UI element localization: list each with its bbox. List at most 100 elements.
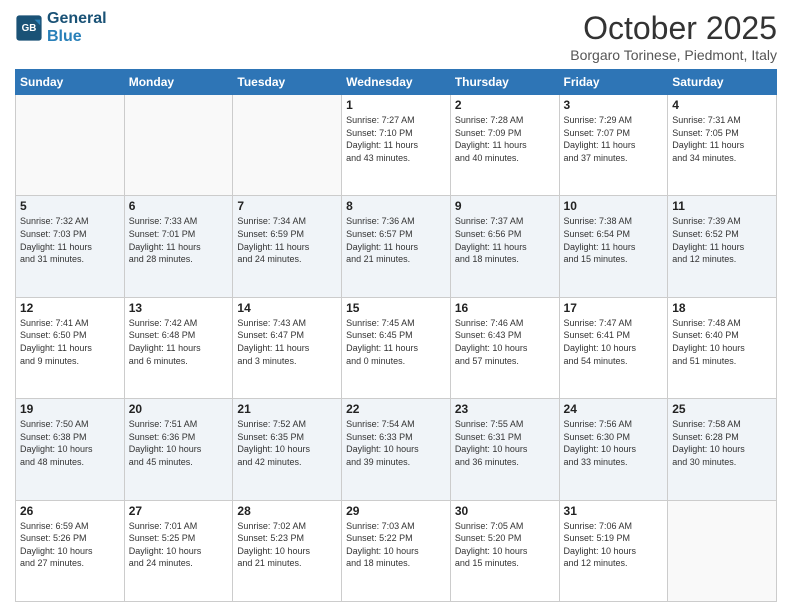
day-number: 18 <box>672 301 772 315</box>
day-info: Sunrise: 7:01 AM Sunset: 5:25 PM Dayligh… <box>129 520 229 570</box>
day-info: Sunrise: 7:33 AM Sunset: 7:01 PM Dayligh… <box>129 215 229 265</box>
day-number: 25 <box>672 402 772 416</box>
day-number: 30 <box>455 504 555 518</box>
calendar-week-row: 19 Sunrise: 7:50 AM Sunset: 6:38 PM Dayli… <box>16 399 777 500</box>
calendar-cell: 8 Sunrise: 7:36 AM Sunset: 6:57 PM Daylig… <box>342 196 451 297</box>
day-info: Sunrise: 7:03 AM Sunset: 5:22 PM Dayligh… <box>346 520 446 570</box>
day-info: Sunrise: 7:48 AM Sunset: 6:40 PM Dayligh… <box>672 317 772 367</box>
calendar-cell: 18 Sunrise: 7:48 AM Sunset: 6:40 PM Dayli… <box>668 297 777 398</box>
day-number: 24 <box>564 402 664 416</box>
day-number: 1 <box>346 98 446 112</box>
day-number: 12 <box>20 301 120 315</box>
day-number: 7 <box>237 199 337 213</box>
page: GB General Blue October 2025 Borgaro Tor… <box>0 0 792 612</box>
calendar-cell: 16 Sunrise: 7:46 AM Sunset: 6:43 PM Dayli… <box>450 297 559 398</box>
calendar-cell: 28 Sunrise: 7:02 AM Sunset: 5:23 PM Dayli… <box>233 500 342 601</box>
day-number: 23 <box>455 402 555 416</box>
calendar-cell: 5 Sunrise: 7:32 AM Sunset: 7:03 PM Daylig… <box>16 196 125 297</box>
calendar-cell: 25 Sunrise: 7:58 AM Sunset: 6:28 PM Dayli… <box>668 399 777 500</box>
calendar-cell: 15 Sunrise: 7:45 AM Sunset: 6:45 PM Dayli… <box>342 297 451 398</box>
logo-text: General Blue <box>47 10 107 45</box>
day-number: 14 <box>237 301 337 315</box>
day-info: Sunrise: 7:39 AM Sunset: 6:52 PM Dayligh… <box>672 215 772 265</box>
day-info: Sunrise: 7:54 AM Sunset: 6:33 PM Dayligh… <box>346 418 446 468</box>
calendar-week-row: 5 Sunrise: 7:32 AM Sunset: 7:03 PM Daylig… <box>16 196 777 297</box>
day-info: Sunrise: 7:42 AM Sunset: 6:48 PM Dayligh… <box>129 317 229 367</box>
calendar-cell: 10Sunrise: 7:38 AM Sunset: 6:54 PM Dayli… <box>559 196 668 297</box>
calendar-cell: 22 Sunrise: 7:54 AM Sunset: 6:33 PM Dayli… <box>342 399 451 500</box>
logo-general: General <box>47 10 107 28</box>
day-info: Sunrise: 7:47 AM Sunset: 6:41 PM Dayligh… <box>564 317 664 367</box>
title-block: October 2025 Borgaro Torinese, Piedmont,… <box>570 10 777 63</box>
logo-icon: GB <box>15 14 43 42</box>
day-info: Sunrise: 7:45 AM Sunset: 6:45 PM Dayligh… <box>346 317 446 367</box>
header: GB General Blue October 2025 Borgaro Tor… <box>15 10 777 63</box>
day-number: 27 <box>129 504 229 518</box>
day-info: Sunrise: 7:27 AM Sunset: 7:10 PM Dayligh… <box>346 114 446 164</box>
calendar-cell: 12 Sunrise: 7:41 AM Sunset: 6:50 PM Dayli… <box>16 297 125 398</box>
calendar-cell: 24 Sunrise: 7:56 AM Sunset: 6:30 PM Dayli… <box>559 399 668 500</box>
weekday-header-monday: Monday <box>124 70 233 95</box>
day-number: 5 <box>20 199 120 213</box>
calendar-cell: 20Sunrise: 7:51 AM Sunset: 6:36 PM Dayli… <box>124 399 233 500</box>
calendar-week-row: 1 Sunrise: 7:27 AM Sunset: 7:10 PM Daylig… <box>16 95 777 196</box>
calendar-cell: 27 Sunrise: 7:01 AM Sunset: 5:25 PM Dayli… <box>124 500 233 601</box>
day-number: 6 <box>129 199 229 213</box>
day-number: 10 <box>564 199 664 213</box>
calendar-cell: 17 Sunrise: 7:47 AM Sunset: 6:41 PM Dayli… <box>559 297 668 398</box>
day-info: Sunrise: 7:37 AM Sunset: 6:56 PM Dayligh… <box>455 215 555 265</box>
calendar-cell: 21Sunrise: 7:52 AM Sunset: 6:35 PM Dayli… <box>233 399 342 500</box>
day-info: Sunrise: 7:32 AM Sunset: 7:03 PM Dayligh… <box>20 215 120 265</box>
day-info: Sunrise: 7:36 AM Sunset: 6:57 PM Dayligh… <box>346 215 446 265</box>
weekday-header-wednesday: Wednesday <box>342 70 451 95</box>
calendar-cell: 13 Sunrise: 7:42 AM Sunset: 6:48 PM Dayli… <box>124 297 233 398</box>
day-info: Sunrise: 7:51 AM Sunset: 6:36 PM Dayligh… <box>129 418 229 468</box>
calendar-cell: 19 Sunrise: 7:50 AM Sunset: 6:38 PM Dayli… <box>16 399 125 500</box>
calendar-cell: 23Sunrise: 7:55 AM Sunset: 6:31 PM Dayli… <box>450 399 559 500</box>
weekday-header-sunday: Sunday <box>16 70 125 95</box>
weekday-header-row: SundayMondayTuesdayWednesdayThursdayFrid… <box>16 70 777 95</box>
day-info: Sunrise: 7:56 AM Sunset: 6:30 PM Dayligh… <box>564 418 664 468</box>
day-number: 15 <box>346 301 446 315</box>
calendar-week-row: 26 Sunrise: 6:59 AM Sunset: 5:26 PM Dayli… <box>16 500 777 601</box>
day-info: Sunrise: 7:34 AM Sunset: 6:59 PM Dayligh… <box>237 215 337 265</box>
day-info: Sunrise: 7:02 AM Sunset: 5:23 PM Dayligh… <box>237 520 337 570</box>
calendar-cell <box>668 500 777 601</box>
calendar-cell <box>16 95 125 196</box>
day-info: Sunrise: 7:58 AM Sunset: 6:28 PM Dayligh… <box>672 418 772 468</box>
calendar-cell: 1 Sunrise: 7:27 AM Sunset: 7:10 PM Daylig… <box>342 95 451 196</box>
day-info: Sunrise: 7:41 AM Sunset: 6:50 PM Dayligh… <box>20 317 120 367</box>
weekday-header-friday: Friday <box>559 70 668 95</box>
day-number: 16 <box>455 301 555 315</box>
day-number: 3 <box>564 98 664 112</box>
day-number: 29 <box>346 504 446 518</box>
calendar-cell: 9Sunrise: 7:37 AM Sunset: 6:56 PM Daylig… <box>450 196 559 297</box>
svg-text:GB: GB <box>22 22 37 33</box>
day-info: Sunrise: 7:50 AM Sunset: 6:38 PM Dayligh… <box>20 418 120 468</box>
day-number: 22 <box>346 402 446 416</box>
day-number: 11 <box>672 199 772 213</box>
day-number: 19 <box>20 402 120 416</box>
calendar-cell: 31Sunrise: 7:06 AM Sunset: 5:19 PM Dayli… <box>559 500 668 601</box>
day-number: 8 <box>346 199 446 213</box>
day-number: 17 <box>564 301 664 315</box>
day-number: 28 <box>237 504 337 518</box>
calendar-cell: 4Sunrise: 7:31 AM Sunset: 7:05 PM Daylig… <box>668 95 777 196</box>
calendar-cell <box>233 95 342 196</box>
calendar-cell <box>124 95 233 196</box>
day-number: 13 <box>129 301 229 315</box>
day-info: Sunrise: 6:59 AM Sunset: 5:26 PM Dayligh… <box>20 520 120 570</box>
weekday-header-saturday: Saturday <box>668 70 777 95</box>
day-info: Sunrise: 7:46 AM Sunset: 6:43 PM Dayligh… <box>455 317 555 367</box>
calendar-cell: 30 Sunrise: 7:05 AM Sunset: 5:20 PM Dayli… <box>450 500 559 601</box>
day-number: 4 <box>672 98 772 112</box>
day-number: 26 <box>20 504 120 518</box>
calendar-week-row: 12 Sunrise: 7:41 AM Sunset: 6:50 PM Dayli… <box>16 297 777 398</box>
day-number: 21 <box>237 402 337 416</box>
calendar-cell: 7 Sunrise: 7:34 AM Sunset: 6:59 PM Daylig… <box>233 196 342 297</box>
calendar-cell: 3Sunrise: 7:29 AM Sunset: 7:07 PM Daylig… <box>559 95 668 196</box>
day-info: Sunrise: 7:06 AM Sunset: 5:19 PM Dayligh… <box>564 520 664 570</box>
day-info: Sunrise: 7:05 AM Sunset: 5:20 PM Dayligh… <box>455 520 555 570</box>
calendar-cell: 2Sunrise: 7:28 AM Sunset: 7:09 PM Daylig… <box>450 95 559 196</box>
day-info: Sunrise: 7:43 AM Sunset: 6:47 PM Dayligh… <box>237 317 337 367</box>
